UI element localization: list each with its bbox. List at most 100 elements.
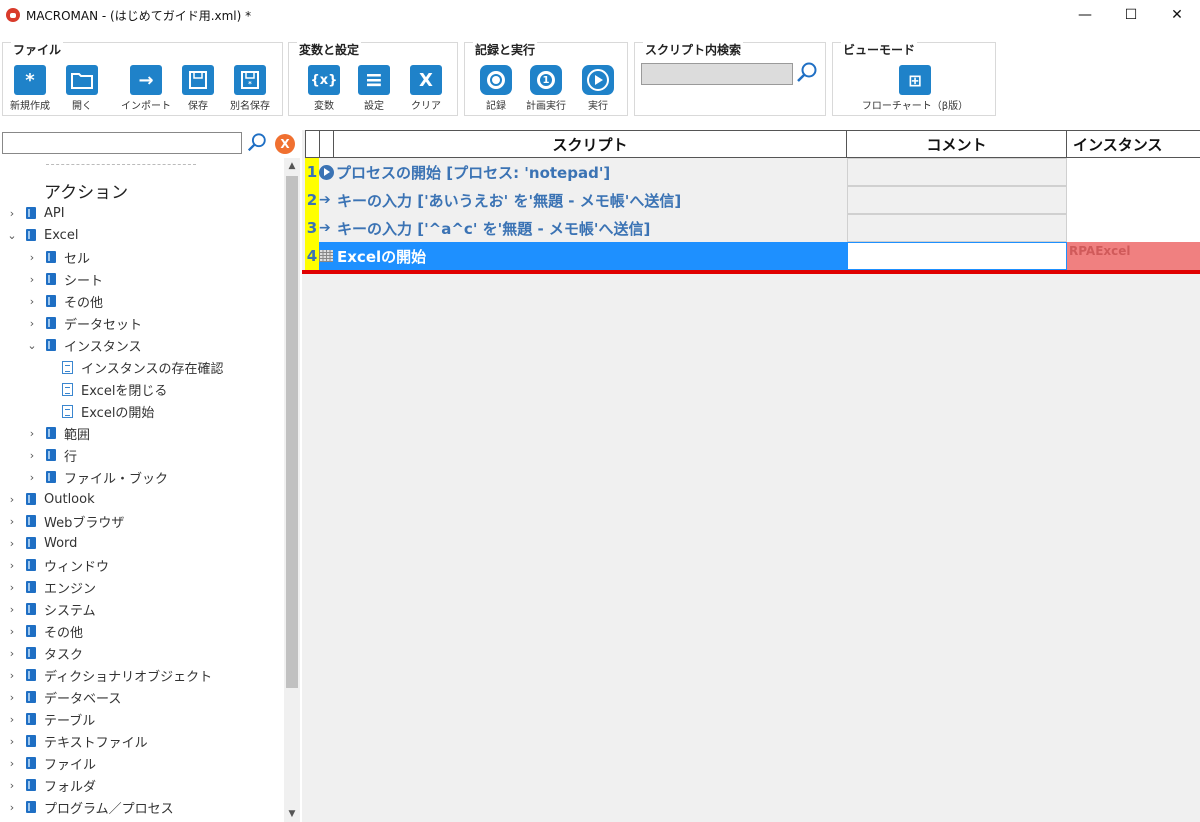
chevron-right-icon[interactable]: › <box>6 735 18 748</box>
script-row[interactable]: 1 プロセスの開始 [プロセス: 'notepad'] <box>302 158 1200 186</box>
flowchart-button[interactable]: ⊞ フローチャート（β版） <box>840 65 990 115</box>
tree-item[interactable]: › その他 <box>26 290 103 312</box>
record-button[interactable]: 記録 <box>471 65 521 115</box>
chevron-right-icon[interactable]: › <box>6 801 18 814</box>
action-tree: アクション › API ⌄ Excel › セル › シート › その他 › データセット ⌄ インスタン… <box>0 158 284 822</box>
chevron-right-icon[interactable]: › <box>6 537 18 550</box>
tree-item[interactable]: › 範囲 <box>26 422 90 444</box>
chevron-right-icon[interactable]: › <box>6 647 18 660</box>
tree-item[interactable]: › セル <box>26 246 90 268</box>
new-button[interactable]: * 新規作成 <box>5 65 55 115</box>
script-cell[interactable]: プロセスの開始 [プロセス: 'notepad'] <box>319 158 847 186</box>
chevron-right-icon[interactable]: › <box>26 251 38 264</box>
tree-item[interactable]: › プログラム／プロセス <box>6 796 174 818</box>
comment-column-header[interactable]: コメント <box>847 130 1067 158</box>
tree-item[interactable]: › データベース <box>6 686 122 708</box>
chevron-right-icon[interactable]: › <box>6 581 18 594</box>
clear-search-button[interactable]: X <box>275 134 295 154</box>
chevron-right-icon[interactable]: › <box>6 691 18 704</box>
tree-item[interactable]: › テキストファイル <box>6 730 148 752</box>
scroll-down-arrow-icon[interactable]: ▼ <box>284 806 300 822</box>
close-button[interactable]: ✕ <box>1154 0 1200 30</box>
tree-item[interactable]: › フォルダ <box>6 774 96 796</box>
instance-cell[interactable] <box>1067 158 1200 186</box>
comment-cell[interactable] <box>847 242 1067 270</box>
instance-cell[interactable] <box>1067 214 1200 242</box>
chevron-right-icon[interactable]: › <box>26 449 38 462</box>
tree-item[interactable]: › データセット <box>26 312 142 334</box>
tree-item[interactable]: インスタンスの存在確認 <box>62 356 223 378</box>
search-icon[interactable] <box>795 61 819 85</box>
excel-grid-icon <box>319 250 333 262</box>
chevron-down-icon[interactable]: ⌄ <box>26 339 38 352</box>
settings-button[interactable]: ≡ 設定 <box>349 65 399 115</box>
chevron-right-icon[interactable]: › <box>6 493 18 506</box>
tree-item[interactable]: › Word <box>6 532 78 554</box>
chevron-right-icon[interactable]: › <box>6 207 18 220</box>
chevron-right-icon[interactable]: › <box>26 427 38 440</box>
tree-item[interactable]: › ディクショナリオブジェクト <box>6 664 212 686</box>
action-search-icon[interactable] <box>246 132 268 154</box>
schedule-run-button[interactable]: 1 計画実行 <box>521 65 571 115</box>
script-column-header[interactable]: スクリプト <box>333 130 847 158</box>
tree-item[interactable]: › その他 <box>6 620 83 642</box>
chevron-right-icon[interactable]: › <box>26 273 38 286</box>
script-row[interactable]: 4 Excelの開始 RPAExcel <box>302 242 1200 270</box>
action-search-input[interactable] <box>2 132 242 154</box>
instance-cell[interactable]: RPAExcel <box>1067 242 1200 270</box>
comment-cell[interactable] <box>847 158 1067 186</box>
chevron-right-icon[interactable]: › <box>6 625 18 638</box>
chevron-right-icon[interactable]: › <box>6 559 18 572</box>
clear-button[interactable]: X クリア <box>401 65 451 115</box>
tree-item[interactable]: › ファイル <box>6 752 96 774</box>
comment-cell[interactable] <box>847 186 1067 214</box>
chevron-right-icon[interactable]: › <box>6 515 18 528</box>
tree-item[interactable]: › ウィンドウ <box>6 554 109 576</box>
open-button[interactable]: 開く <box>57 65 107 115</box>
tree-item[interactable]: › Outlook <box>6 488 95 510</box>
variables-button[interactable]: {x} 変数 <box>299 65 349 115</box>
chevron-right-icon[interactable]: › <box>26 317 38 330</box>
record-group: 記録と実行 記録 1 計画実行 実行 <box>464 41 628 116</box>
tree-item[interactable]: › テーブル <box>6 708 95 730</box>
chevron-right-icon[interactable]: › <box>6 713 18 726</box>
script-row[interactable]: 3 ➔ キーの入力 ['^a^c' を'無題 - メモ帳'へ送信] <box>302 214 1200 242</box>
book-icon <box>46 427 56 439</box>
instance-column-header[interactable]: インスタンス <box>1067 130 1200 158</box>
tree-item[interactable]: Excelを閉じる <box>62 378 167 400</box>
chevron-right-icon[interactable]: › <box>6 779 18 792</box>
tree-item[interactable]: Excelの開始 <box>62 400 154 422</box>
chevron-right-icon[interactable]: › <box>6 757 18 770</box>
chevron-right-icon[interactable]: › <box>26 471 38 484</box>
tree-item[interactable]: › 行 <box>26 444 77 466</box>
chevron-right-icon[interactable]: › <box>6 669 18 682</box>
tree-item[interactable]: ⌄ インスタンス <box>26 334 141 356</box>
chevron-right-icon[interactable]: › <box>6 603 18 616</box>
script-row[interactable]: 2 ➔ キーの入力 ['あいうえお' を'無題 - メモ帳'へ送信] <box>302 186 1200 214</box>
maximize-button[interactable]: ☐ <box>1108 0 1154 30</box>
script-search-input[interactable] <box>641 63 793 85</box>
tree-item[interactable]: › システム <box>6 598 96 620</box>
tree-item[interactable]: › タスク <box>6 642 83 664</box>
tree-item[interactable]: › エンジン <box>6 576 96 598</box>
minimize-button[interactable]: — <box>1062 0 1108 30</box>
chevron-down-icon[interactable]: ⌄ <box>6 229 18 242</box>
save-button[interactable]: 保存 <box>173 65 223 115</box>
tree-item[interactable]: › API <box>6 202 65 224</box>
chevron-right-icon[interactable]: › <box>26 295 38 308</box>
script-cell[interactable]: Excelの開始 <box>319 242 847 270</box>
run-button[interactable]: 実行 <box>573 65 623 115</box>
script-cell[interactable]: ➔ キーの入力 ['あいうえお' を'無題 - メモ帳'へ送信] <box>319 186 847 214</box>
tree-item[interactable]: ⌄ Excel <box>6 224 78 246</box>
tree-scroll-thumb[interactable] <box>286 176 298 688</box>
tree-item[interactable]: › ファイル・ブック <box>26 466 168 488</box>
import-button[interactable]: → インポート <box>115 65 177 115</box>
comment-cell[interactable] <box>847 214 1067 242</box>
scroll-up-arrow-icon[interactable]: ▲ <box>284 158 300 174</box>
tree-item[interactable]: › シート <box>26 268 103 290</box>
tree-item[interactable]: › Webブラウザ <box>6 510 125 532</box>
instance-cell[interactable] <box>1067 186 1200 214</box>
script-cell[interactable]: ➔ キーの入力 ['^a^c' を'無題 - メモ帳'へ送信] <box>319 214 847 242</box>
save-as-button[interactable]: * 別名保存 <box>225 65 275 115</box>
tree-item-label: テキストファイル <box>44 735 148 751</box>
